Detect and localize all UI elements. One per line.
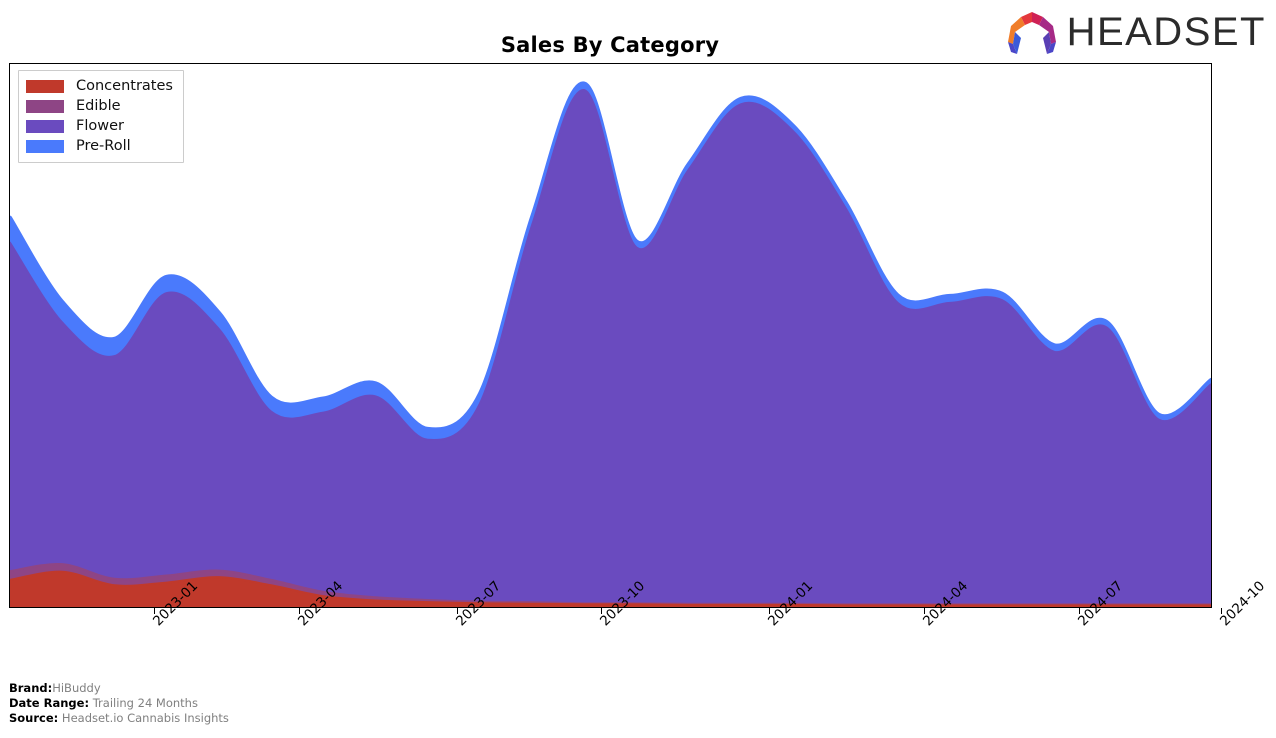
legend-swatch-concentrates	[26, 79, 64, 93]
x-axis-tick-label: 2024-10	[1217, 578, 1269, 630]
footer-key-source: Source:	[9, 711, 59, 725]
legend-label-concentrates: Concentrates	[76, 78, 173, 94]
legend-item-flower[interactable]: Flower	[26, 116, 173, 136]
legend-label-pre-roll: Pre-Roll	[76, 138, 131, 154]
chart-legend: Concentrates Edible Flower Pre-Roll	[18, 70, 184, 163]
footer-row-date-range: Date Range: Trailing 24 Months	[9, 696, 229, 711]
legend-swatch-flower	[26, 119, 64, 133]
headset-logo-mark	[1007, 12, 1056, 54]
stacked-area-chart	[10, 81, 1211, 607]
headset-logo: HEADSET	[1003, 8, 1266, 56]
legend-label-flower: Flower	[76, 118, 124, 134]
legend-item-concentrates[interactable]: Concentrates	[26, 76, 173, 96]
footer-key-brand: Brand:	[9, 681, 53, 695]
x-axis: 2023-01 2023-04 2023-07 2023-10 2024-01 2024-…	[0, 578, 1276, 678]
legend-swatch-edible	[26, 99, 64, 113]
chart-footer: Brand:HiBuddy Date Range: Trailing 24 Mo…	[9, 681, 229, 726]
footer-row-brand: Brand:HiBuddy	[9, 681, 229, 696]
footer-value-brand: HiBuddy	[52, 681, 101, 695]
legend-item-edible[interactable]: Edible	[26, 96, 173, 116]
legend-swatch-pre-roll	[26, 139, 64, 153]
footer-row-source: Source: Headset.io Cannabis Insights	[9, 711, 229, 726]
footer-value-source: Headset.io Cannabis Insights	[61, 711, 229, 725]
legend-item-pre-roll[interactable]: Pre-Roll	[26, 136, 173, 156]
footer-key-date-range: Date Range:	[9, 696, 90, 710]
footer-value-date-range: Trailing 24 Months	[92, 696, 198, 710]
chart-plot-area: Concentrates Edible Flower Pre-Roll	[9, 63, 1212, 608]
legend-label-edible: Edible	[76, 98, 121, 114]
headset-logo-wordmark: HEADSET	[1066, 10, 1266, 54]
